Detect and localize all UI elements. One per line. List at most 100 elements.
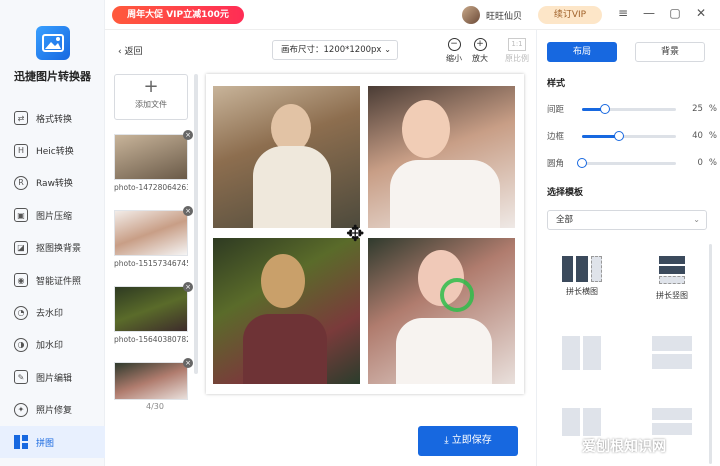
original-ratio-button[interactable]: 1:1 原比例 (504, 38, 530, 64)
list-item[interactable]: × (114, 358, 193, 400)
chevron-down-icon: ⌄ (384, 45, 391, 54)
photo-subject (402, 100, 450, 158)
remove-watermark-icon: ◔ (14, 305, 28, 320)
sidebar-item-format-convert[interactable]: ⇄ 格式转换 (0, 102, 105, 134)
settings-panel: 布局 背景 样式 间距 25 % 边框 40 % 圆角 0 % 选择模板 全部 ⌄… (536, 30, 720, 466)
photo-subject (396, 318, 492, 384)
sidebar-item-label: Raw转换 (36, 179, 73, 190)
template-two-row[interactable] (647, 336, 697, 374)
sidebar-item-raw[interactable]: R Raw转换 (0, 167, 105, 199)
remove-icon[interactable]: × (183, 358, 193, 368)
thumbnail-image (114, 210, 188, 256)
sidebar-item-label: 拼图 (36, 438, 55, 449)
repair-icon: ✦ (14, 402, 28, 417)
add-watermark-icon: ◑ (14, 337, 28, 352)
template-preview (652, 408, 692, 436)
sidebar-item-label: 加水印 (36, 341, 64, 352)
sidebar-item-id-photo[interactable]: ◉ 智能证件照 (0, 264, 105, 296)
zoom-out-button[interactable]: − 缩小 (442, 38, 466, 64)
sidebar-item-add-watermark[interactable]: ◑ 加水印 (0, 329, 105, 361)
site-watermark: 爱刨根知识网 (582, 439, 666, 455)
sidebar-item-cutout[interactable]: ◪ 抠图换背景 (0, 232, 105, 264)
border-slider[interactable]: 边框 40 % (547, 129, 717, 143)
collage-icon (14, 435, 28, 450)
collage-cell[interactable] (213, 238, 360, 384)
sidebar-item-repair[interactable]: ✦ 照片修复 (0, 394, 105, 426)
slider-knob[interactable] (577, 157, 588, 168)
save-button[interactable]: ⤓ 立即保存 (418, 426, 518, 456)
template-heading: 选择模板 (547, 188, 584, 198)
slider-knob[interactable] (600, 103, 611, 114)
id-photo-icon: ◉ (14, 273, 28, 288)
list-item[interactable]: photo-15640380782... × (114, 282, 193, 344)
cursor-highlight (440, 278, 474, 312)
sidebar-item-heic[interactable]: H Heic转换 (0, 134, 105, 166)
file-count: 4/30 (146, 402, 164, 411)
tab-background[interactable]: 背景 (635, 42, 705, 62)
file-list-scrollbar[interactable] (194, 74, 198, 374)
menu-icon[interactable]: ≡ (615, 6, 631, 20)
list-item[interactable]: photo-15157346745... × (114, 206, 193, 268)
template-preview (652, 336, 692, 370)
file-name: photo-15640380782... (114, 335, 188, 344)
collage-cell[interactable] (368, 238, 515, 384)
template-filter-select[interactable]: 全部 ⌄ (547, 210, 707, 230)
panel-tabs: 布局 背景 (547, 42, 705, 62)
sidebar-item-label: 抠图换背景 (36, 244, 82, 255)
slider-knob[interactable] (614, 130, 625, 141)
tab-layout[interactable]: 布局 (547, 42, 617, 62)
file-name: photo-15157346745... (114, 259, 188, 268)
list-item[interactable]: photo-14728064263... × (114, 130, 193, 192)
sidebar: 迅捷图片转换器 ⇄ 格式转换 H Heic转换 R Raw转换 ▣ 图片压缩 ◪ 抠图换背… (0, 0, 105, 466)
edit-icon: ✎ (14, 370, 28, 385)
user-info[interactable]: 旺旺仙贝 (462, 6, 522, 24)
spacing-slider[interactable]: 间距 25 % (547, 102, 717, 116)
template-preview (562, 336, 602, 370)
minimize-icon[interactable]: — (641, 6, 657, 20)
sidebar-item-edit[interactable]: ✎ 图片编辑 (0, 361, 105, 393)
add-file-button[interactable]: + 添加文件 (114, 74, 188, 120)
template-two-column[interactable] (557, 336, 607, 374)
sidebar-item-label: 图片压缩 (36, 211, 73, 222)
template-long-vertical[interactable]: 拼长竖图 (647, 256, 697, 301)
thumbnail-image (114, 286, 188, 332)
sidebar-item-label: Heic转换 (36, 147, 74, 158)
template-preview (659, 256, 685, 286)
sidebar-item-label: 格式转换 (36, 114, 73, 125)
workspace: ‹ 返回 画布尺寸：1200*1200px ⌄ − 缩小 + 放大 1:1 原比例 + … (106, 30, 535, 466)
remove-icon[interactable]: × (183, 282, 193, 292)
cutout-icon: ◪ (14, 240, 28, 255)
photo-subject (253, 146, 331, 228)
move-handle-icon[interactable]: ✥ (346, 222, 364, 247)
zoom-out-icon: − (447, 38, 461, 51)
zoom-in-button[interactable]: + 放大 (468, 38, 492, 64)
corner-radius-slider[interactable]: 圆角 0 % (547, 156, 717, 170)
sidebar-item-compress[interactable]: ▣ 图片压缩 (0, 199, 105, 231)
promo-banner[interactable]: 周年大促 VIP立减100元 (112, 6, 244, 24)
plus-icon: + (143, 76, 159, 97)
template-scrollbar[interactable] (709, 244, 712, 464)
back-button[interactable]: ‹ 返回 (118, 44, 142, 57)
format-convert-icon: ⇄ (14, 111, 28, 126)
file-name: photo-14728064263... (114, 183, 188, 192)
template-long-horizontal[interactable]: 拼长横图 (557, 256, 607, 297)
photo-subject (243, 314, 327, 384)
maximize-icon[interactable]: ▢ (667, 6, 683, 20)
download-icon: ⤓ (444, 435, 452, 446)
canvas-size-select[interactable]: 画布尺寸：1200*1200px ⌄ (272, 40, 398, 60)
collage-cell[interactable] (368, 86, 515, 228)
collage-cell[interactable] (213, 86, 360, 228)
sidebar-item-remove-watermark[interactable]: ◔ 去水印 (0, 296, 105, 328)
remove-icon[interactable]: × (183, 206, 193, 216)
sidebar-item-collage[interactable]: 拼图 (0, 425, 105, 459)
renew-vip-button[interactable]: 续订VIP (538, 6, 602, 24)
style-heading: 样式 (547, 79, 566, 89)
close-icon[interactable]: ✕ (693, 6, 709, 20)
title-bar: 周年大促 VIP立减100元 旺旺仙贝 续订VIP ≡ — ▢ ✕ (105, 0, 720, 30)
remove-icon[interactable]: × (183, 130, 193, 140)
zoom-in-icon: + (473, 38, 487, 51)
raw-icon: R (14, 175, 28, 190)
sidebar-item-label: 智能证件照 (36, 276, 82, 287)
sidebar-nav: ⇄ 格式转换 H Heic转换 R Raw转换 ▣ 图片压缩 ◪ 抠图换背景 ◉ 智能证件照… (0, 102, 105, 459)
collage-canvas[interactable]: ✥ (206, 74, 524, 394)
